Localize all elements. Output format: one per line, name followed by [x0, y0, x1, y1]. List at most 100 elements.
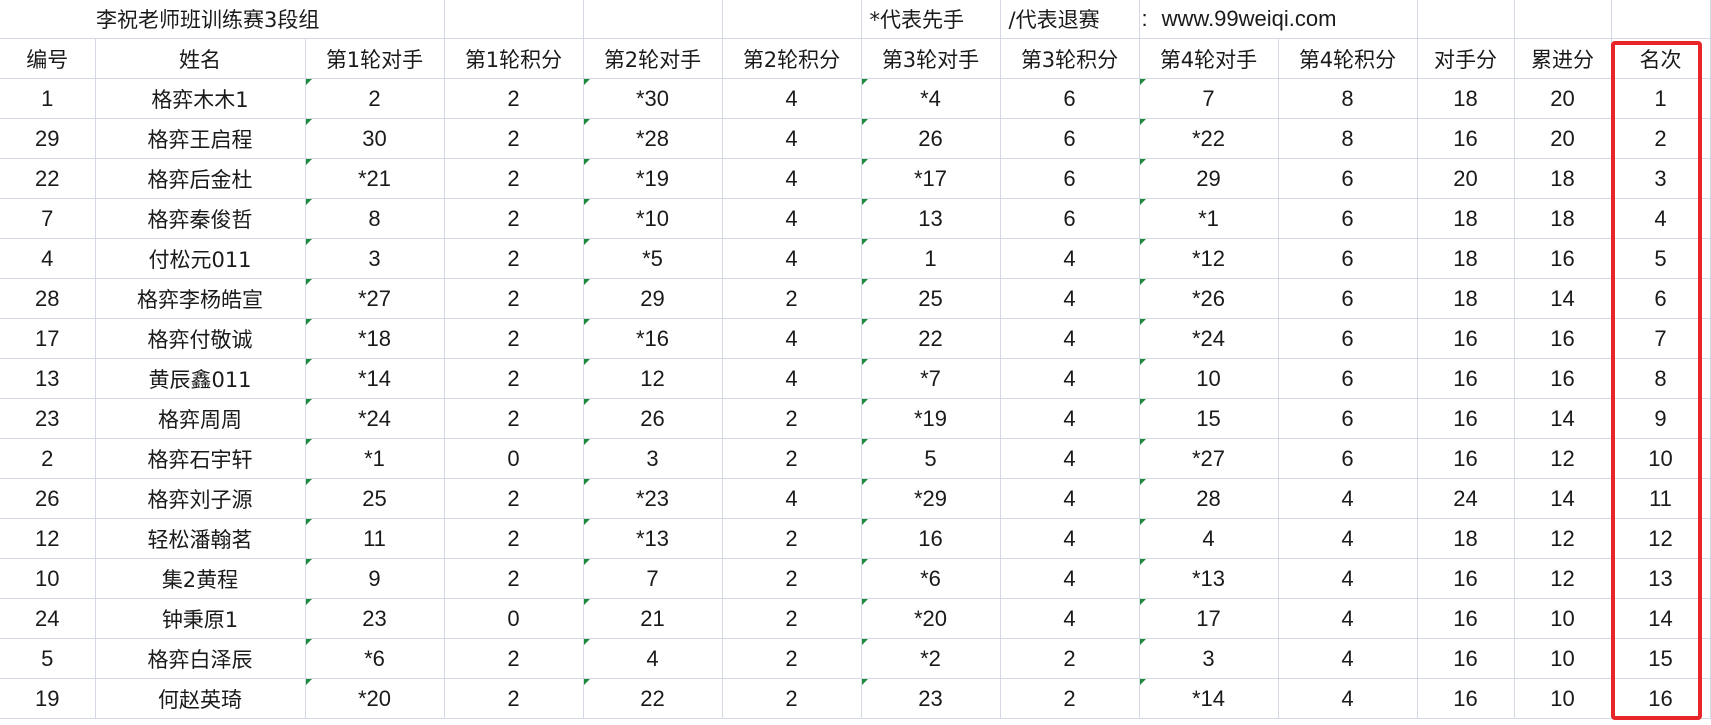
cell-r2-opponent[interactable]: *5: [583, 238, 723, 279]
col-header-r2-opponent[interactable]: 第2轮对手: [583, 38, 723, 79]
cell-name[interactable]: 格弈石宇轩: [95, 438, 306, 479]
cell-r1-opponent[interactable]: *14: [305, 358, 445, 399]
cell-r4-opponent[interactable]: *24: [1139, 318, 1279, 359]
cell-cumulative[interactable]: 14: [1514, 278, 1612, 319]
cell-r4-points[interactable]: 6: [1278, 278, 1418, 319]
empty-cell[interactable]: [1417, 0, 1515, 39]
cell-r1-opponent[interactable]: *24: [305, 398, 445, 439]
cell-r1-opponent[interactable]: 11: [305, 518, 445, 559]
cell-r2-points[interactable]: 4: [722, 318, 862, 359]
cell-r3-points[interactable]: 4: [1000, 518, 1140, 559]
cell-name[interactable]: 格弈王启程: [95, 118, 306, 159]
cell-r1-opponent[interactable]: 25: [305, 478, 445, 519]
cell-r2-opponent[interactable]: 29: [583, 278, 723, 319]
cell-opponent-score[interactable]: 18: [1417, 198, 1515, 239]
cell-r4-opponent[interactable]: *1: [1139, 198, 1279, 239]
cell-r3-points[interactable]: 4: [1000, 598, 1140, 639]
cell-r1-points[interactable]: 2: [444, 638, 584, 679]
cell-r3-points[interactable]: 6: [1000, 78, 1140, 119]
cell-r3-opponent[interactable]: *7: [861, 358, 1001, 399]
cell-opponent-score[interactable]: 24: [1417, 478, 1515, 519]
cell-r3-opponent[interactable]: 25: [861, 278, 1001, 319]
col-header-r4-points[interactable]: 第4轮积分: [1278, 38, 1418, 79]
cell-r2-points[interactable]: 4: [722, 158, 862, 199]
cell-opponent-score[interactable]: 18: [1417, 78, 1515, 119]
cell-r4-opponent[interactable]: 28: [1139, 478, 1279, 519]
cell-rank[interactable]: 11: [1611, 478, 1711, 519]
cell-r1-opponent[interactable]: 9: [305, 558, 445, 599]
cell-rank[interactable]: 14: [1611, 598, 1711, 639]
cell-r1-points[interactable]: 2: [444, 118, 584, 159]
cell-rank[interactable]: 2: [1611, 118, 1711, 159]
cell-r4-opponent[interactable]: 4: [1139, 518, 1279, 559]
cell-rank[interactable]: 12: [1611, 518, 1711, 559]
cell-r1-opponent[interactable]: *6: [305, 638, 445, 679]
cell-rank[interactable]: 7: [1611, 318, 1711, 359]
cell-r4-points[interactable]: 4: [1278, 678, 1418, 719]
cell-rank[interactable]: 3: [1611, 158, 1711, 199]
cell-r1-points[interactable]: 2: [444, 358, 584, 399]
cell-id[interactable]: 1: [0, 78, 96, 119]
cell-r2-opponent[interactable]: *13: [583, 518, 723, 559]
col-header-r2-points[interactable]: 第2轮积分: [722, 38, 862, 79]
cell-rank[interactable]: 16: [1611, 678, 1711, 719]
cell-r2-opponent[interactable]: 3: [583, 438, 723, 479]
cell-id[interactable]: 29: [0, 118, 96, 159]
cell-r4-points[interactable]: 6: [1278, 198, 1418, 239]
cell-r2-opponent[interactable]: 22: [583, 678, 723, 719]
cell-r3-points[interactable]: 2: [1000, 638, 1140, 679]
cell-cumulative[interactable]: 10: [1514, 678, 1612, 719]
cell-r2-points[interactable]: 4: [722, 198, 862, 239]
col-header-cumulative[interactable]: 累进分: [1514, 38, 1612, 79]
cell-r2-opponent[interactable]: 21: [583, 598, 723, 639]
cell-name[interactable]: 轻松潘翰茗: [95, 518, 306, 559]
cell-cumulative[interactable]: 10: [1514, 638, 1612, 679]
cell-r4-opponent[interactable]: 29: [1139, 158, 1279, 199]
empty-cell[interactable]: [1611, 0, 1711, 39]
cell-cumulative[interactable]: 12: [1514, 438, 1612, 479]
cell-opponent-score[interactable]: 16: [1417, 558, 1515, 599]
cell-r2-opponent[interactable]: 26: [583, 398, 723, 439]
cell-r1-points[interactable]: 2: [444, 278, 584, 319]
cell-opponent-score[interactable]: 16: [1417, 118, 1515, 159]
cell-r4-points[interactable]: 6: [1278, 318, 1418, 359]
cell-r1-opponent[interactable]: *21: [305, 158, 445, 199]
website-cell[interactable]: : www.99weiqi.com: [1139, 0, 1418, 39]
cell-name[interactable]: 格弈周周: [95, 398, 306, 439]
cell-rank[interactable]: 13: [1611, 558, 1711, 599]
col-header-r3-opponent[interactable]: 第3轮对手: [861, 38, 1001, 79]
col-header-r3-points[interactable]: 第3轮积分: [1000, 38, 1140, 79]
cell-r4-opponent[interactable]: *14: [1139, 678, 1279, 719]
cell-name[interactable]: 付松元011: [95, 238, 306, 279]
col-header-r1-points[interactable]: 第1轮积分: [444, 38, 584, 79]
cell-r1-opponent[interactable]: 8: [305, 198, 445, 239]
cell-id[interactable]: 12: [0, 518, 96, 559]
cell-name[interactable]: 格弈木木1: [95, 78, 306, 119]
cell-r3-points[interactable]: 2: [1000, 678, 1140, 719]
cell-r1-points[interactable]: 2: [444, 678, 584, 719]
cell-r4-opponent[interactable]: 15: [1139, 398, 1279, 439]
col-header-opponent-score[interactable]: 对手分: [1417, 38, 1515, 79]
cell-opponent-score[interactable]: 18: [1417, 238, 1515, 279]
cell-cumulative[interactable]: 10: [1514, 598, 1612, 639]
cell-r2-opponent[interactable]: *10: [583, 198, 723, 239]
cell-name[interactable]: 格弈白泽辰: [95, 638, 306, 679]
cell-opponent-score[interactable]: 16: [1417, 318, 1515, 359]
cell-cumulative[interactable]: 14: [1514, 478, 1612, 519]
cell-opponent-score[interactable]: 16: [1417, 358, 1515, 399]
cell-id[interactable]: 13: [0, 358, 96, 399]
cell-opponent-score[interactable]: 16: [1417, 678, 1515, 719]
cell-r4-opponent[interactable]: *22: [1139, 118, 1279, 159]
cell-id[interactable]: 26: [0, 478, 96, 519]
cell-r4-points[interactable]: 4: [1278, 478, 1418, 519]
cell-r3-points[interactable]: 4: [1000, 278, 1140, 319]
cell-r2-opponent[interactable]: *19: [583, 158, 723, 199]
cell-r3-opponent[interactable]: 1: [861, 238, 1001, 279]
cell-opponent-score[interactable]: 16: [1417, 638, 1515, 679]
cell-r4-points[interactable]: 6: [1278, 438, 1418, 479]
col-header-r4-opponent[interactable]: 第4轮对手: [1139, 38, 1279, 79]
sheet-title[interactable]: 李祝老师班训练赛3段组: [0, 0, 445, 39]
cell-r3-opponent[interactable]: 23: [861, 678, 1001, 719]
note-black-first[interactable]: *代表先手: [861, 0, 1001, 39]
cell-id[interactable]: 10: [0, 558, 96, 599]
